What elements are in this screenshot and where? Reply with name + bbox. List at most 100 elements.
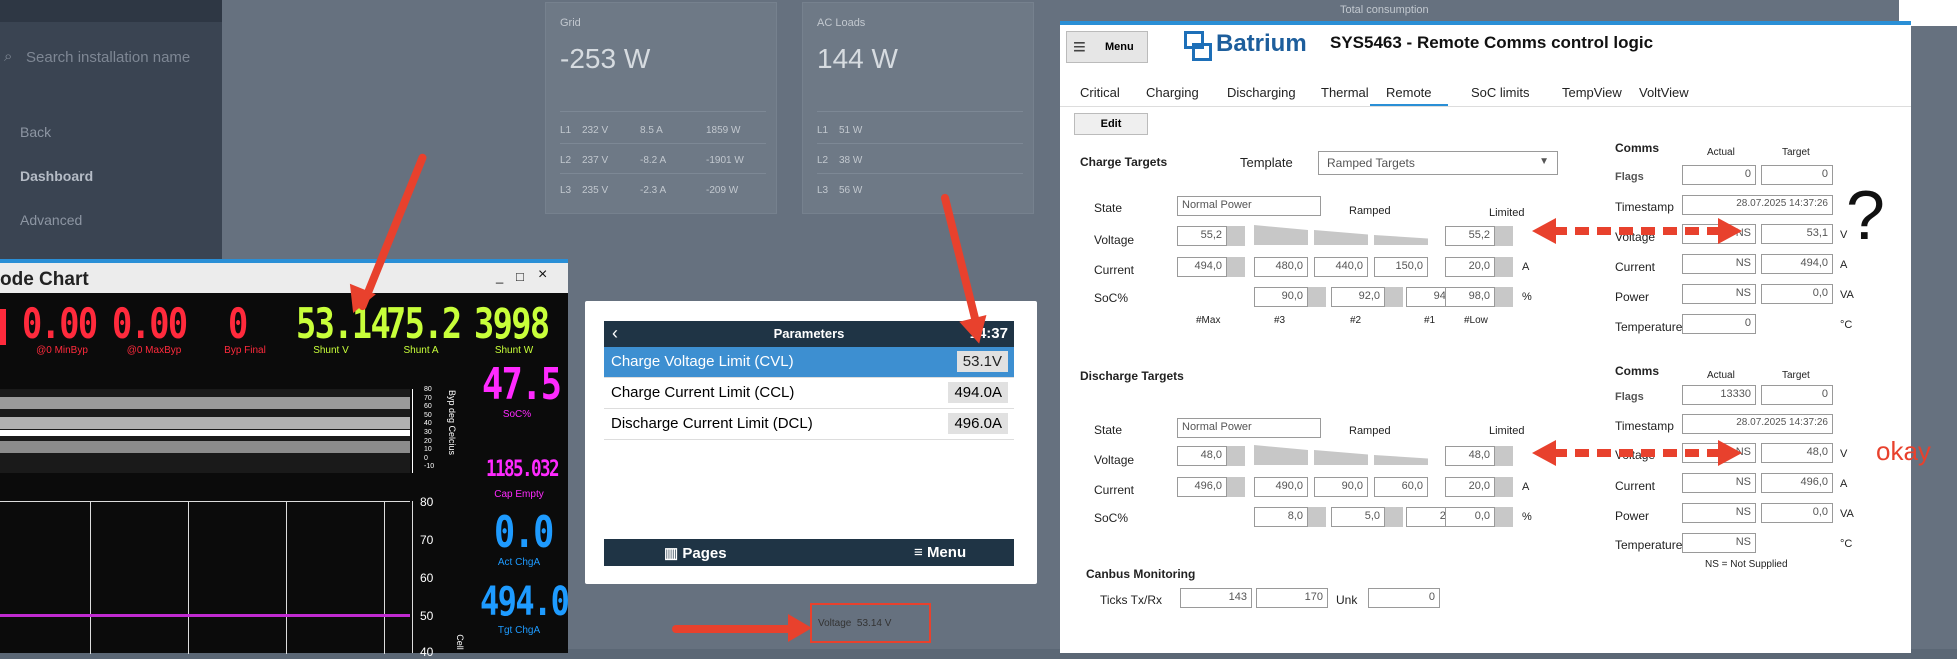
tab-soc-limits[interactable]: SoC limits — [1471, 85, 1530, 100]
victron-footer: ▥ Pages ≡ Menu — [604, 539, 1014, 566]
victron-header: ‹ Parameters 14:37 — [604, 321, 1014, 347]
comms1-current-target[interactable]: 494,0 — [1761, 254, 1833, 274]
state-value: Normal Power — [1182, 421, 1252, 433]
tick: 0 — [424, 454, 428, 462]
discharge-soc-low[interactable]: 0,0 — [1445, 507, 1495, 527]
value: 90,0 — [1281, 290, 1303, 302]
charge-voltage-limited[interactable]: 55,2 — [1445, 226, 1495, 246]
comms2-voltage-target[interactable]: 48,0 — [1761, 443, 1833, 463]
discharge-voltage-max[interactable]: 48,0 — [1177, 446, 1227, 466]
comms2-current-target[interactable]: 496,0 — [1761, 473, 1833, 493]
param-row-cvl[interactable]: Charge Voltage Limit (CVL) 53.1V — [604, 347, 1014, 378]
minimize-icon[interactable]: _ — [496, 269, 503, 284]
divider — [817, 173, 1023, 174]
tab-critical[interactable]: Critical — [1080, 85, 1120, 100]
tab-discharging[interactable]: Discharging — [1227, 85, 1296, 100]
vrm-search[interactable]: ⌕ Search installation name — [0, 40, 222, 76]
comms1-current-actual[interactable]: NS — [1682, 254, 1756, 274]
charge-soc-2[interactable]: 92,0 — [1331, 287, 1385, 307]
value: 20,0 — [1468, 480, 1490, 492]
charge-targets-title: Charge Targets — [1080, 155, 1168, 169]
param-row-ccl[interactable]: Charge Current Limit (CCL) 494.0A — [604, 378, 1014, 409]
ticks-tx-field[interactable]: 143 — [1180, 588, 1252, 608]
value: 13330 — [1720, 388, 1751, 400]
cut-readout — [0, 309, 6, 345]
charge-current-1[interactable]: 150,0 — [1374, 257, 1428, 277]
charge-voltage-max[interactable]: 55,2 — [1177, 226, 1227, 246]
charge-state-field[interactable]: Normal Power — [1177, 196, 1321, 216]
discharge-current-2[interactable]: 90,0 — [1314, 477, 1368, 497]
discharge-current-max[interactable]: 496,0 — [1177, 477, 1227, 497]
grid-l3-label: L3 — [560, 185, 572, 196]
vrm-nav-advanced[interactable]: Advanced — [20, 212, 82, 228]
timestamp-label: Timestamp — [1615, 200, 1674, 214]
edit-button[interactable]: Edit — [1074, 113, 1148, 135]
comms2-flags-target[interactable]: 0 — [1761, 385, 1833, 405]
charge-current-max[interactable]: 494,0 — [1177, 257, 1227, 277]
ticks-rx-field[interactable]: 170 — [1256, 588, 1328, 608]
comms1-power-actual[interactable]: NS — [1682, 284, 1756, 304]
discharge-voltage-limited[interactable]: 48,0 — [1445, 446, 1495, 466]
vrm-nav-dashboard[interactable]: Dashboard — [20, 168, 93, 184]
okay-annotation: okay — [1876, 436, 1931, 466]
comms1-flags-actual[interactable]: 0 — [1682, 165, 1756, 185]
voltage-label: Voltage — [1094, 453, 1135, 467]
value: NS — [1735, 287, 1751, 299]
comms1-voltage-target[interactable]: 53,1 — [1761, 224, 1833, 244]
discharge-current-3[interactable]: 490,0 — [1254, 477, 1308, 497]
comms2-power-target[interactable]: 0,0 — [1761, 503, 1833, 523]
discharge-current-1[interactable]: 60,0 — [1374, 477, 1428, 497]
charge-soc-3[interactable]: 90,0 — [1254, 287, 1308, 307]
col-label: #3 — [1274, 315, 1286, 326]
comms2-flags-actual[interactable]: 13330 — [1682, 385, 1756, 405]
target-header: Target — [1782, 370, 1810, 381]
discharge-soc-3[interactable]: 8,0 — [1254, 507, 1308, 527]
ramp-shape — [1314, 450, 1368, 465]
unit: V — [1840, 448, 1848, 460]
col-label: #Low — [1464, 315, 1488, 326]
comms2-power-actual[interactable]: NS — [1682, 503, 1756, 523]
unk-field[interactable]: 0 — [1368, 588, 1440, 608]
tab-charging[interactable]: Charging — [1146, 85, 1199, 100]
tab-voltview[interactable]: VoltView — [1639, 85, 1689, 100]
value: 143 — [1228, 591, 1247, 603]
readout-maxbyp-value: 0.00 — [112, 299, 188, 348]
template-select[interactable]: Ramped Targets ▼ — [1318, 151, 1558, 175]
tab-tempview[interactable]: TempView — [1562, 85, 1622, 100]
gridline — [286, 502, 287, 654]
batrium-logo-icon — [1182, 29, 1212, 61]
tick: 30 — [424, 428, 432, 436]
comms1-temperature-actual[interactable]: 0 — [1682, 314, 1756, 334]
charge-current-low[interactable]: 20,0 — [1445, 257, 1495, 277]
discharge-state-field[interactable]: Normal Power — [1177, 418, 1321, 438]
menu-button[interactable]: ≡ Menu — [914, 544, 966, 561]
comms1-power-target[interactable]: 0,0 — [1761, 284, 1833, 304]
maximize-icon[interactable]: □ — [516, 269, 524, 284]
grid-l3-a: -2.3 A — [640, 185, 667, 196]
comms2-temperature-actual[interactable]: NS — [1682, 533, 1756, 553]
charge-current-3[interactable]: 480,0 — [1254, 257, 1308, 277]
field-spinner — [1385, 507, 1403, 527]
unit: VA — [1840, 508, 1854, 520]
comms1-flags-target[interactable]: 0 — [1761, 165, 1833, 185]
close-icon[interactable]: × — [538, 266, 547, 284]
comms2-current-actual[interactable]: NS — [1682, 473, 1756, 493]
discharge-current-low[interactable]: 20,0 — [1445, 477, 1495, 497]
discharge-soc-2[interactable]: 5,0 — [1331, 507, 1385, 527]
menu-button[interactable]: ≡ Menu — [1066, 31, 1148, 63]
readout-shuntw-label: Shunt W — [494, 345, 534, 356]
value: 0 — [1744, 168, 1751, 180]
charge-soc-low[interactable]: 98,0 — [1445, 287, 1495, 307]
param-row-dcl[interactable]: Discharge Current Limit (DCL) 496.0A — [604, 409, 1014, 440]
pages-button[interactable]: ▥ Pages — [664, 544, 727, 562]
value: 55,2 — [1468, 229, 1490, 241]
vrm-nav-back[interactable]: Back — [20, 124, 51, 140]
tab-thermal[interactable]: Thermal — [1321, 85, 1369, 100]
ramp-shape — [1314, 230, 1368, 245]
charge-current-2[interactable]: 440,0 — [1314, 257, 1368, 277]
tab-remote[interactable]: Remote — [1386, 85, 1432, 100]
comms2-timestamp-target[interactable]: 28.07.2025 14:37:26 — [1682, 414, 1833, 434]
band — [0, 417, 410, 429]
comms1-timestamp-target[interactable]: 28.07.2025 14:37:26 — [1682, 195, 1833, 215]
flags-label: Flags — [1615, 391, 1644, 403]
